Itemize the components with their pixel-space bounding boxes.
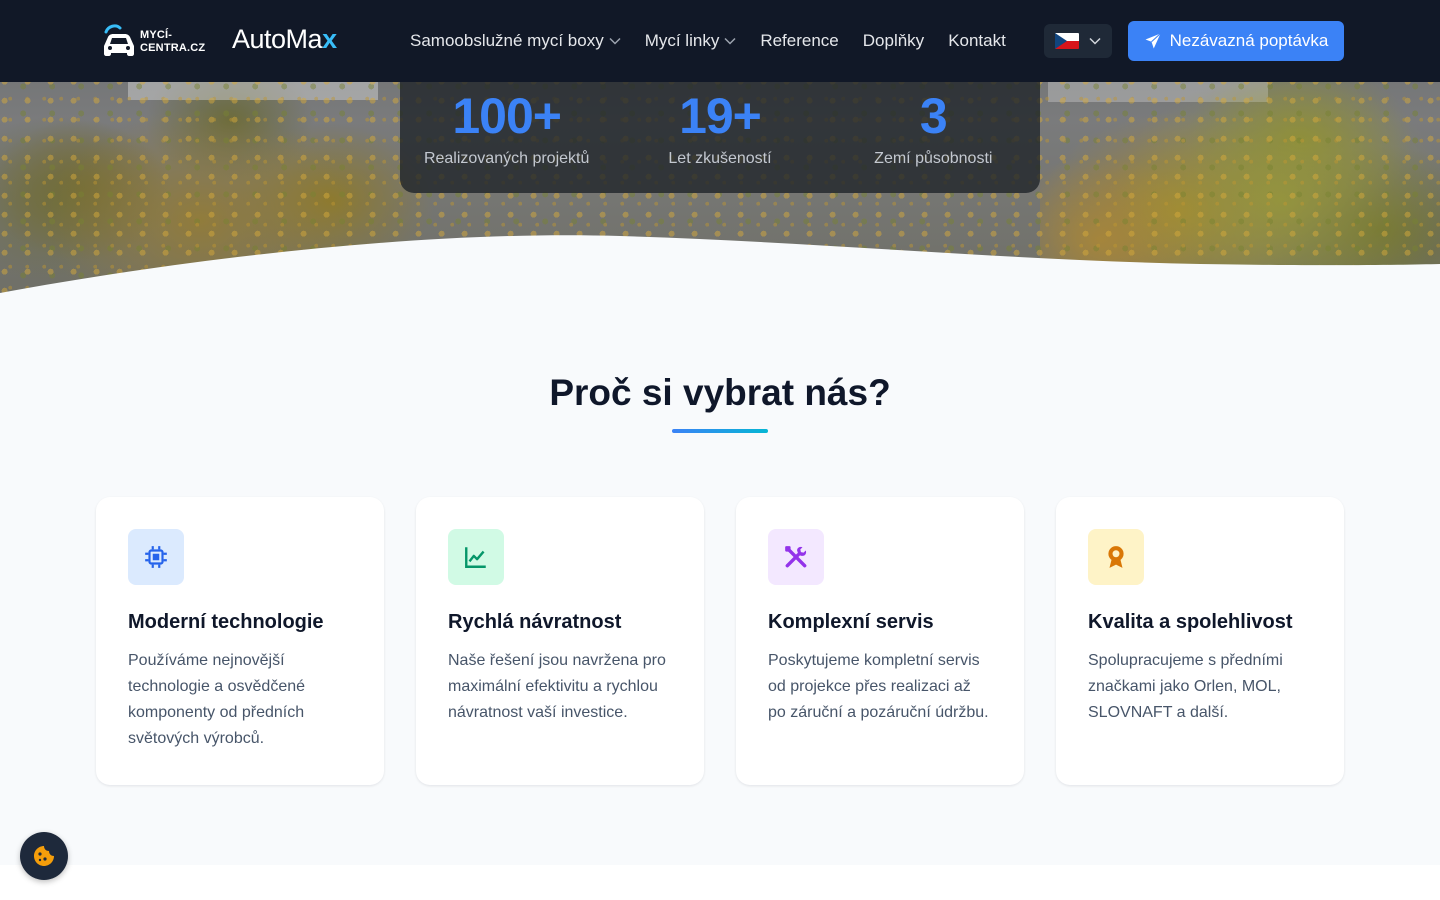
nav-item-label: Doplňky <box>862 31 925 50</box>
feature-title: Moderní technologie <box>128 611 324 633</box>
paper-plane-icon <box>1145 33 1161 49</box>
nav-item-accessories[interactable]: Doplňky <box>863 31 924 51</box>
feature-icon-box <box>448 529 504 585</box>
feature-title: Rychlá návratnost <box>448 611 622 633</box>
automax-logo[interactable]: AutoMax <box>232 24 337 55</box>
feature-icon-box <box>768 529 824 585</box>
feature-icon-box <box>128 529 184 585</box>
stat-label: Realizovaných projektů <box>423 150 590 167</box>
hero-wave-divider <box>0 235 1440 310</box>
quote-request-button[interactable]: Nezávazná poptávka <box>1128 21 1344 61</box>
nav-item-contact[interactable]: Kontakt <box>948 31 1006 51</box>
feature-card-quality: Kvalita a spolehlivost Spolupracujeme s … <box>1056 497 1344 785</box>
feature-text: Naše řešení jsou navržena pro maximální … <box>448 652 666 721</box>
top-navbar: MYCÍ- CENTRA.CZ AutoMax Samoobslužné myc… <box>0 0 1440 82</box>
automax-logo-x: x <box>322 24 337 54</box>
nav-item-self-service-boxes[interactable]: Samoobslužné mycí boxy <box>410 31 621 51</box>
feature-card-service: Komplexní servis Poskytujeme kompletní s… <box>736 497 1024 785</box>
nav-item-label: Kontakt <box>948 31 1006 50</box>
stat-projects: 100+ Realizovaných projektů <box>407 88 607 168</box>
nav-item-label: Samoobslužné mycí boxy <box>410 31 604 50</box>
feature-title: Komplexní servis <box>768 611 934 633</box>
award-icon <box>1108 546 1124 568</box>
chevron-down-icon <box>609 37 621 45</box>
title-underline <box>672 429 768 433</box>
chip-icon <box>145 546 167 568</box>
feature-title: Kvalita a spolehlivost <box>1088 611 1293 633</box>
nav-item-wash-lines[interactable]: Mycí linky <box>645 31 737 51</box>
stat-experience: 19+ Let zkušeností <box>620 88 820 168</box>
stat-countries: 3 Zemí působnosti <box>833 88 1033 168</box>
feature-card-technology: Moderní technologie Používáme nejnovější… <box>96 497 384 785</box>
czech-flag-icon <box>1055 33 1079 49</box>
stat-value: 100+ <box>452 88 562 144</box>
section-title: Proč si vybrat nás? <box>549 372 891 413</box>
feature-icon-box <box>1088 529 1144 585</box>
feature-text: Poskytujeme kompletní servis od projekce… <box>768 652 989 721</box>
stat-label: Let zkušeností <box>668 150 772 167</box>
car-wash-icon <box>104 24 134 56</box>
feature-card-return: Rychlá návratnost Naše řešení jsou navrž… <box>416 497 704 785</box>
feature-text: Používáme nejnovější technologie a osvěd… <box>128 652 306 747</box>
automax-logo-text: AutoMa <box>232 24 323 54</box>
chevron-down-icon <box>724 37 736 45</box>
feature-text: Spolupracujeme s předními značkami jako … <box>1088 652 1283 721</box>
quote-request-label: Nezávazná poptávka <box>1169 31 1329 50</box>
stat-label: Zemí působnosti <box>874 150 993 167</box>
mycentra-logo-text: MYCÍ- CENTRA.CZ <box>140 29 206 54</box>
main-nav: Samoobslužné mycí boxy Mycí linky Refere… <box>410 31 1030 51</box>
chart-line-icon <box>465 547 486 568</box>
nav-item-label: Mycí linky <box>644 31 720 50</box>
stat-value: 3 <box>919 88 948 144</box>
nav-item-label: Reference <box>760 31 839 50</box>
language-selector[interactable] <box>1044 24 1112 58</box>
cookie-settings-button[interactable] <box>20 832 68 880</box>
cookie-icon <box>34 846 54 866</box>
nav-item-references[interactable]: Reference <box>760 31 838 51</box>
mycentra-logo[interactable]: MYCÍ- CENTRA.CZ <box>98 22 208 62</box>
next-section <box>0 865 1440 900</box>
stat-value: 19+ <box>679 88 762 144</box>
chevron-down-icon <box>1089 37 1101 45</box>
tools-icon <box>785 546 807 568</box>
